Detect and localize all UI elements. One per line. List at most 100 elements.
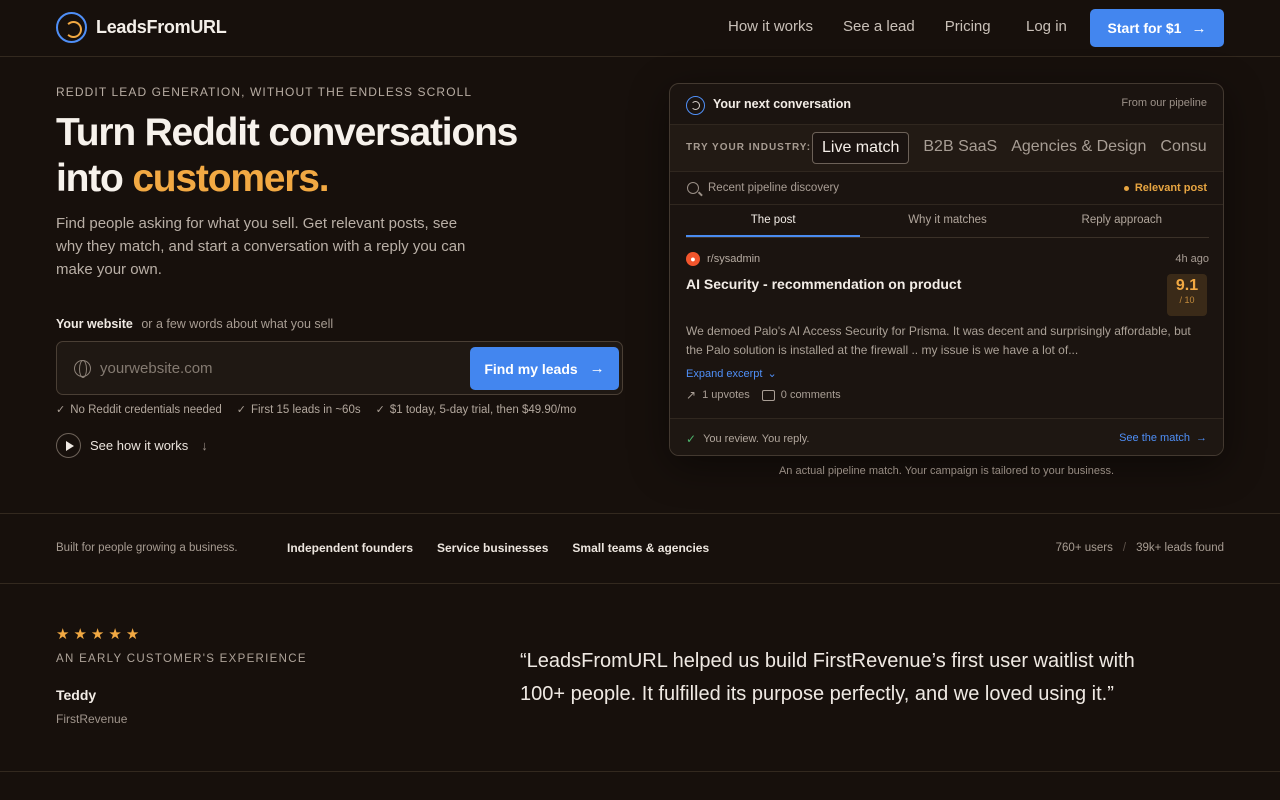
industry-tab-b2b-saas[interactable]: B2B SaaS — [923, 132, 997, 164]
subreddit: r/sysadmin — [707, 253, 761, 265]
arrow-up-right-icon: ↗ — [686, 388, 697, 402]
review-note: ✓ You review. You reply. — [686, 432, 809, 446]
arrow-right-icon: → — [1196, 432, 1207, 444]
expand-excerpt-link[interactable]: Expand excerpt ⌄ — [686, 367, 777, 381]
reddit-icon: ● — [686, 252, 700, 266]
card-title: Your next conversation — [713, 97, 851, 111]
logo-icon — [686, 96, 705, 115]
check-icon: ✓ — [686, 432, 697, 446]
play-icon — [56, 433, 81, 458]
website-label: Your website — [56, 317, 133, 331]
star-rating: ★ ★ ★ ★ ★ — [56, 625, 139, 643]
arrow-right-icon: → — [1191, 19, 1207, 37]
stats-separator: / — [1122, 542, 1127, 554]
login-link[interactable]: Log in — [1026, 18, 1067, 35]
see-how-it-works-link[interactable]: See how it works ↓ — [56, 433, 208, 458]
star-icon: ★ — [125, 626, 140, 643]
audience-bar: Built for people growing a business. Ind… — [0, 513, 1280, 584]
relevant-badge: Relevant post — [1123, 182, 1207, 194]
benefit-text: No Reddit credentials needed — [70, 403, 222, 416]
globe-icon — [74, 360, 91, 378]
find-leads-label: Find my leads — [484, 360, 578, 377]
post-excerpt: We demoed Palo's AI Access Security for … — [686, 324, 1191, 357]
website-input-label: Your website or a few words about what y… — [56, 317, 333, 331]
expand-label: Expand excerpt — [686, 367, 763, 380]
testimonial-org: FirstRevenue — [56, 712, 128, 726]
find-leads-button[interactable]: Find my leads → — [470, 347, 619, 390]
start-button[interactable]: Start for $1 → — [1090, 9, 1224, 47]
post-time: 4h ago — [1175, 253, 1209, 265]
industry-tab-consumer[interactable]: Consu — [1160, 132, 1206, 164]
see-the-match-link[interactable]: See the match → — [1119, 432, 1207, 444]
review-text: You review. You reply. — [703, 433, 810, 445]
see-the-match-label: See the match — [1119, 432, 1190, 444]
comment-icon — [761, 389, 775, 401]
card-header: Your next conversation From our pipeline — [670, 84, 1223, 124]
top-nav: LeadsFromURL How it works See a lead Pri… — [0, 0, 1280, 57]
users-count: 760+ users — [1055, 542, 1113, 554]
post-tabs: The post Why it matches Reply approach — [686, 206, 1209, 238]
testimonial-quote: “LeadsFromURL helped us build FirstReven… — [520, 650, 1135, 705]
discovery-text: Recent pipeline discovery — [708, 182, 840, 194]
comments-text: 0 comments — [780, 389, 841, 401]
upvotes-stat: ↗ 1 upvotes — [686, 388, 750, 402]
conversation-card: Your next conversation From our pipeline… — [669, 83, 1224, 456]
website-input[interactable] — [100, 356, 460, 380]
industry-tab-live-match[interactable]: Live match — [812, 132, 910, 164]
nav-link-pricing[interactable]: Pricing — [945, 18, 991, 35]
discovery-row: Recent pipeline discovery Relevant post — [670, 173, 1223, 205]
score-value: 9.1 — [1175, 277, 1199, 294]
benefit-text: First 15 leads in ~60s — [250, 403, 361, 416]
check-icon: ✓ — [375, 404, 385, 416]
leads-count: 39k+ leads found — [1136, 542, 1224, 554]
hero-subhead: Find people asking for what you sell. Ge… — [56, 215, 466, 278]
testimonial-eyebrow: AN EARLY CUSTOMER'S EXPERIENCE — [56, 653, 307, 665]
post-stats: ↗ 1 upvotes 0 comments — [686, 388, 841, 402]
brand-logo[interactable]: LeadsFromURL — [56, 12, 227, 43]
audience-list: Independent founders Service businesses … — [287, 541, 709, 555]
audience-label: Built for people growing a business. — [56, 542, 238, 554]
upvotes-text: 1 upvotes — [702, 389, 750, 401]
card-footer: ✓ You review. You reply. See the match → — [670, 418, 1223, 455]
post-title: AI Security - recommendation on product — [686, 276, 962, 292]
star-icon: ★ — [90, 626, 105, 643]
website-label-hint: or a few words about what you sell — [141, 317, 334, 331]
tab-why-it-matches[interactable]: Why it matches — [860, 206, 1034, 237]
benefit-item: ✓ First 15 leads in ~60s — [237, 403, 361, 417]
industry-tab-agencies-design[interactable]: Agencies & Design — [1011, 132, 1146, 164]
check-icon: ✓ — [56, 404, 66, 416]
search-icon — [687, 182, 699, 194]
star-icon: ★ — [73, 626, 87, 643]
card-source: From our pipeline — [1121, 97, 1207, 109]
status-dot-icon — [1123, 185, 1129, 191]
tab-the-post[interactable]: The post — [686, 206, 861, 237]
audience-item: Service businesses — [437, 541, 549, 555]
website-form: Find my leads → — [56, 341, 623, 395]
nav-link-how-it-works[interactable]: How it works — [728, 18, 813, 35]
star-icon: ★ — [108, 626, 122, 643]
headline-accent: customers. — [132, 157, 329, 200]
industry-selector: TRY YOUR INDUSTRY: Live match B2B SaaS A… — [670, 124, 1223, 172]
start-button-label: Start for $1 — [1107, 20, 1182, 36]
see-how-label: See how it works — [90, 438, 189, 453]
match-score: 9.1 / 10 — [1167, 274, 1207, 316]
audience-item: Small teams & agencies — [572, 541, 710, 555]
nav-link-see-a-lead[interactable]: See a lead — [843, 18, 915, 35]
benefit-item: ✓ No Reddit credentials needed — [56, 403, 222, 417]
hero-eyebrow: REDDIT LEAD GENERATION, WITHOUT THE ENDL… — [56, 85, 473, 99]
star-icon: ★ — [56, 626, 70, 643]
comments-stat: 0 comments — [761, 389, 841, 401]
industry-tabs: Live match B2B SaaS Agencies & Design Co… — [812, 132, 1207, 164]
arrow-down-icon: ↓ — [201, 438, 208, 453]
industry-label: TRY YOUR INDUSTRY: — [686, 142, 812, 153]
section-divider — [0, 771, 1280, 772]
audience-item: Independent founders — [287, 541, 413, 555]
benefit-list: ✓ No Reddit credentials needed ✓ First 1… — [56, 403, 577, 417]
tab-reply-approach[interactable]: Reply approach — [1035, 206, 1209, 237]
usage-stats: 760+ users / 39k+ leads found — [1056, 542, 1224, 554]
nav-links: How it works See a lead Pricing — [728, 18, 991, 35]
headline-line-1: Turn Reddit conversations — [56, 111, 518, 154]
score-max: / 10 — [1179, 295, 1195, 305]
benefit-item: ✓ $1 today, 5-day trial, then $49.90/mo — [375, 403, 577, 417]
hero-headline: Turn Reddit conversations into customers… — [56, 110, 646, 202]
